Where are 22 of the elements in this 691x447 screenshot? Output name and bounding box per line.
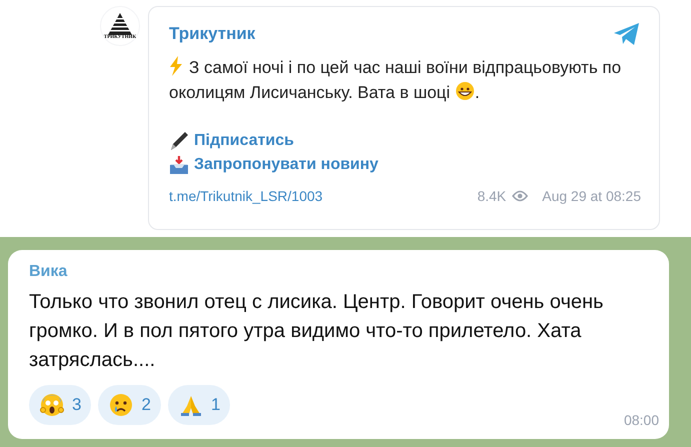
author-name: Вика: [29, 262, 68, 282]
pen-icon: [169, 130, 189, 150]
lightning-icon: [169, 56, 183, 76]
view-count: 8.4K: [477, 186, 506, 206]
channel-link[interactable]: Підписатись: [194, 130, 294, 152]
crying-face-icon: [108, 392, 134, 418]
post-url[interactable]: t.me/Trikutnik_LSR/1003: [169, 186, 323, 206]
grinning-face-icon: [454, 80, 475, 100]
channel-link[interactable]: Запропонувати новину: [194, 154, 378, 176]
reaction-chip[interactable]: 1: [168, 385, 230, 425]
post-date: Aug 29 at 08:25: [542, 186, 641, 206]
message-time: 08:00: [624, 411, 659, 430]
eye-icon: [512, 190, 528, 202]
post-text: З самої ночі і по цей час наші воїни відпрацьовують по околицям Лисичанську. Вата в шоці .: [169, 54, 622, 104]
channel-name[interactable]: Трикутник: [169, 21, 256, 46]
screaming-face-icon: [39, 392, 65, 418]
telegram-icon[interactable]: [613, 22, 641, 46]
reaction-chip[interactable]: 2: [98, 385, 161, 425]
reaction-chip[interactable]: 3: [29, 385, 92, 425]
message-text: Только что звонил отец с лисика. Центр. Говорит очень очень громко. И в пол пятого утра видимо что-то прилетело. Хата затряслась....: [29, 290, 604, 373]
pyramid-icon: [108, 12, 132, 34]
inbox-tray-icon: [169, 154, 189, 174]
